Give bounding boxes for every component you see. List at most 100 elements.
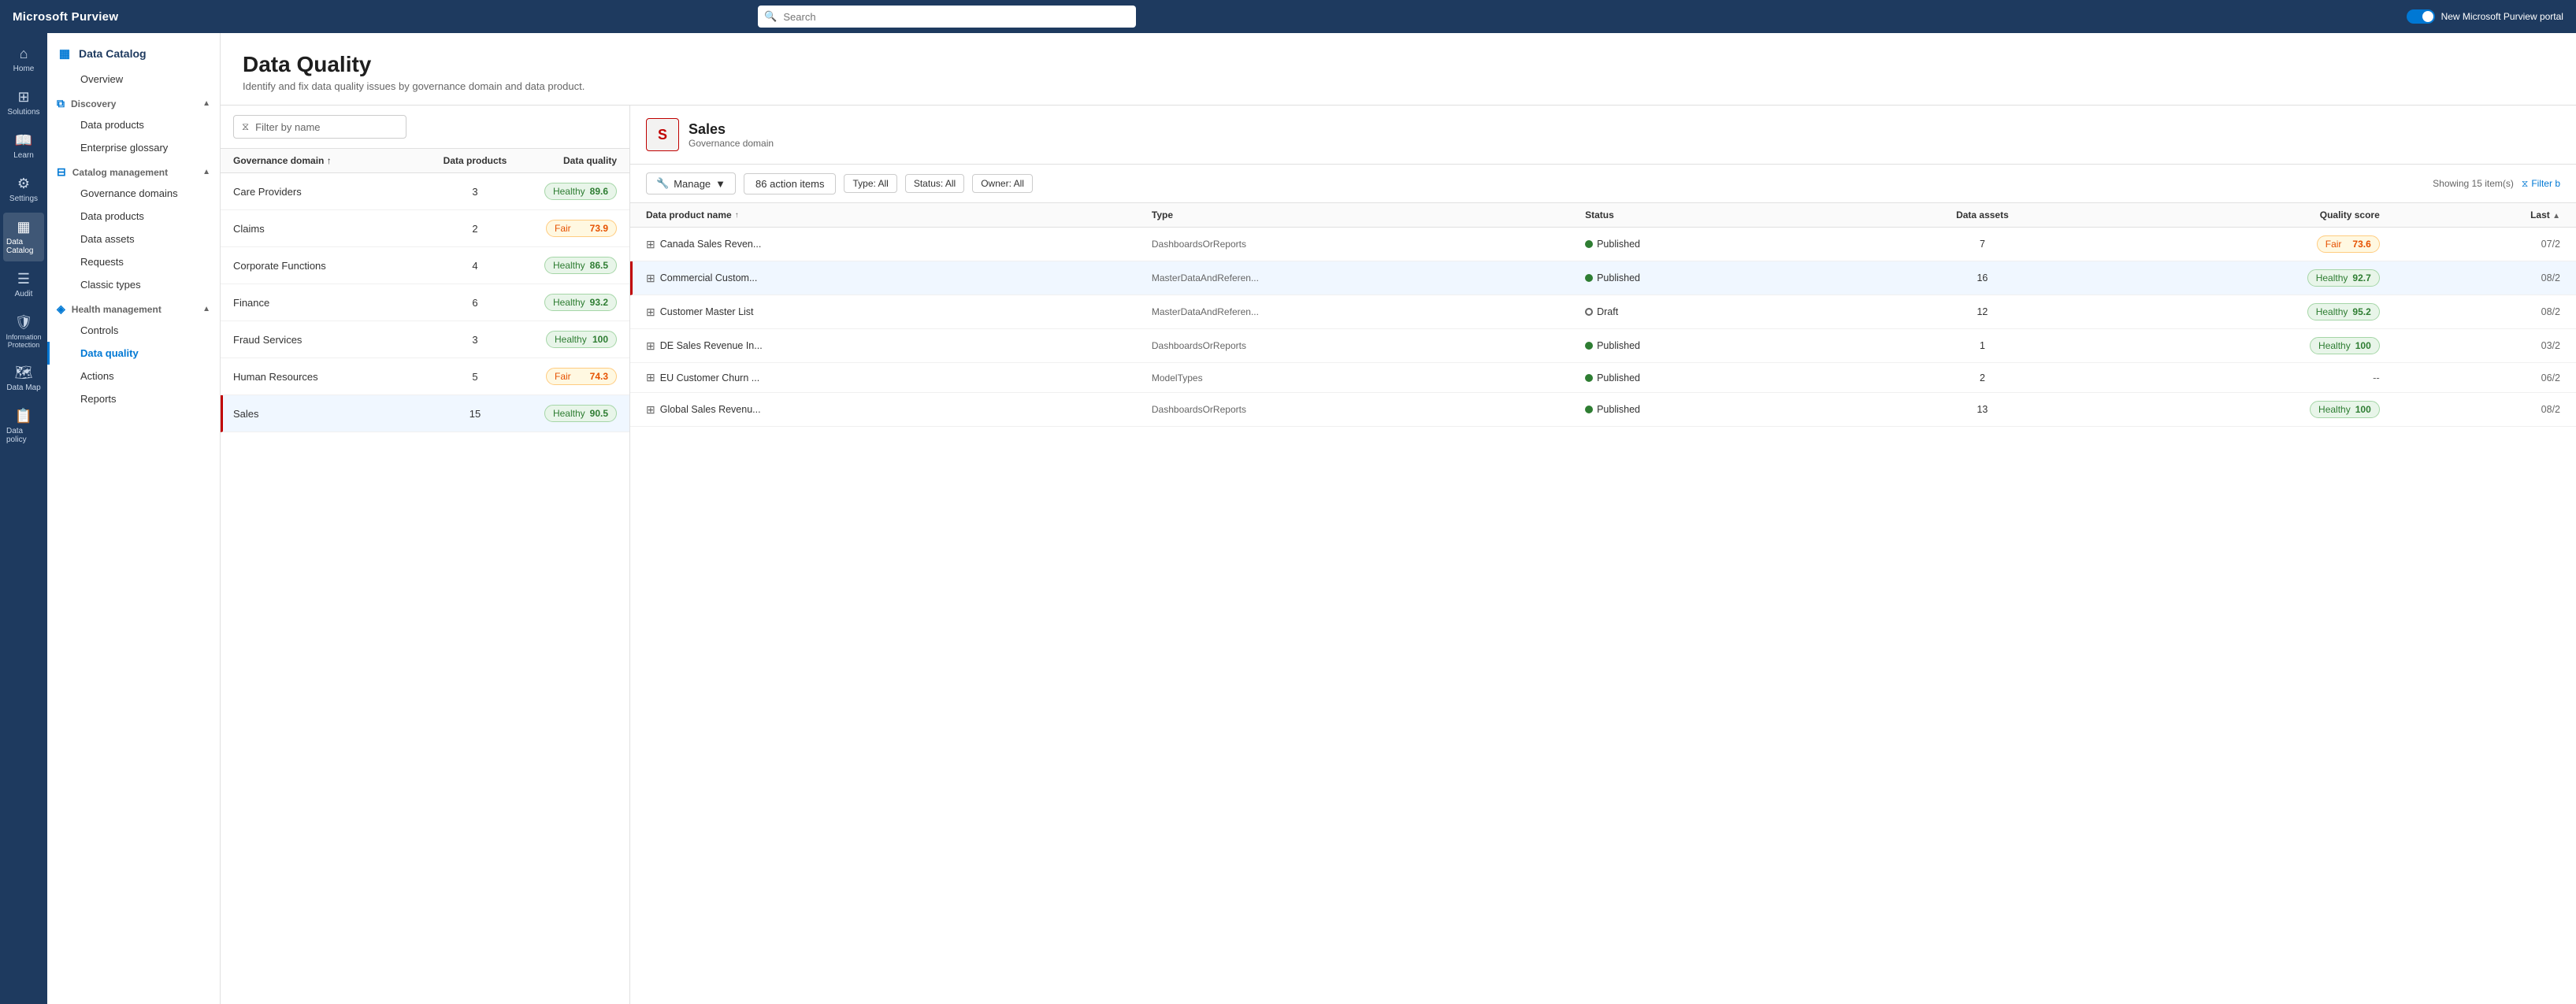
type-cell: DashboardsOrReports xyxy=(1152,340,1585,351)
status-text: Published xyxy=(1597,340,1640,351)
manage-button[interactable]: 🔧 Manage ▼ xyxy=(646,172,736,195)
quality-badge: Healthy 100 xyxy=(514,331,617,348)
filter-button[interactable]: ⧖ Filter b xyxy=(2522,178,2560,190)
last-cell: 07/2 xyxy=(2380,239,2560,250)
name-sort-icon: ↑ xyxy=(735,211,739,220)
discovery-chevron: ▲ xyxy=(202,99,210,108)
filter-input[interactable]: ⧖ Filter by name xyxy=(233,115,406,139)
filter-bar: ⧖ Filter by name xyxy=(221,106,629,149)
status-cell: Draft xyxy=(1585,306,1874,317)
nav-data-products[interactable]: Data products xyxy=(47,113,220,136)
data-policy-icon: 📋 xyxy=(15,408,32,424)
badge-fair: Fair 74.3 xyxy=(546,368,617,385)
page-header: Data Quality Identify and fix data quali… xyxy=(221,33,2576,106)
nav-category-discovery[interactable]: ⧉ Discovery ▲ xyxy=(47,91,220,113)
product-name: ⊞ Customer Master List xyxy=(646,306,1152,319)
status-cell: Published xyxy=(1585,272,1874,283)
detail-row[interactable]: ⊞ Canada Sales Reven... DashboardsOrRepo… xyxy=(630,228,2576,261)
sidebar-item-audit[interactable]: ☰ Audit xyxy=(3,265,44,305)
detail-row-selected[interactable]: ⊞ Commercial Custom... MasterDataAndRefe… xyxy=(630,261,2576,295)
domain-name: Finance xyxy=(233,297,436,309)
nav-overview[interactable]: Overview xyxy=(47,68,220,91)
top-nav-right: New Microsoft Purview portal xyxy=(2407,9,2563,24)
assets-cell: 7 xyxy=(1874,239,2091,250)
product-icon: ⊞ xyxy=(646,339,655,353)
type-cell: DashboardsOrReports xyxy=(1152,239,1585,250)
sidebar-item-solutions[interactable]: ⊞ Solutions xyxy=(3,83,44,123)
table-row[interactable]: Care Providers 3 Healthy 89.6 xyxy=(221,173,629,210)
status-text: Published xyxy=(1597,404,1640,415)
table-row[interactable]: Fraud Services 3 Healthy 100 xyxy=(221,321,629,358)
filter-icon: ⧖ xyxy=(2522,178,2528,190)
nav-data-assets[interactable]: Data assets xyxy=(47,228,220,250)
detail-row[interactable]: ⊞ Customer Master List MasterDataAndRefe… xyxy=(630,295,2576,329)
col-quality-header[interactable]: Data quality xyxy=(514,155,617,166)
product-name: ⊞ Global Sales Revenu... xyxy=(646,403,1152,417)
status-filter[interactable]: Status: All xyxy=(905,174,964,193)
domain-avatar: S xyxy=(646,118,679,151)
search-input[interactable] xyxy=(758,6,1136,28)
nav-data-quality[interactable]: Data quality xyxy=(47,342,220,365)
status-text: Draft xyxy=(1597,306,1618,317)
nav-category-catalog-mgmt[interactable]: ⊟ Catalog management ▲ xyxy=(47,159,220,182)
col-type-header[interactable]: Type xyxy=(1152,209,1585,220)
product-icon: ⊞ xyxy=(646,306,655,319)
nav-actions[interactable]: Actions xyxy=(47,365,220,387)
col-products-header[interactable]: Data products xyxy=(436,155,514,166)
status-text: Published xyxy=(1597,372,1640,383)
domain-name: Corporate Functions xyxy=(233,260,436,272)
sidebar-item-settings[interactable]: ⚙ Settings xyxy=(3,169,44,209)
table-row-selected[interactable]: Sales 15 Healthy 90.5 xyxy=(221,395,629,432)
score-cell: Healthy 100 xyxy=(2091,337,2380,354)
nav-enterprise-glossary[interactable]: Enterprise glossary xyxy=(47,136,220,159)
table-row[interactable]: Human Resources 5 Fair 74.3 xyxy=(221,358,629,395)
sidebar-item-learn[interactable]: 📖 Learn xyxy=(3,126,44,166)
sidebar-item-data-map[interactable]: 🗺 Data Map xyxy=(3,358,44,398)
filter-placeholder: Filter by name xyxy=(255,121,320,133)
col-last-header[interactable]: Last ▲ xyxy=(2380,209,2560,220)
col-status-header[interactable]: Status xyxy=(1585,209,1874,220)
col-assets-header[interactable]: Data assets xyxy=(1874,209,2091,220)
nav-controls[interactable]: Controls xyxy=(47,319,220,342)
table-row[interactable]: Claims 2 Fair 73.9 xyxy=(221,210,629,247)
type-cell: MasterDataAndReferen... xyxy=(1152,272,1585,283)
sidebar-item-data-policy[interactable]: 📋 Data policy xyxy=(3,402,44,450)
sidebar-item-data-catalog[interactable]: ▦ Data Catalog xyxy=(3,213,44,261)
last-col-label: Last xyxy=(2530,209,2550,220)
product-icon: ⊞ xyxy=(646,238,655,251)
col-score-header[interactable]: Quality score xyxy=(2091,209,2380,220)
search-bar[interactable]: 🔍 xyxy=(758,6,1136,28)
type-filter[interactable]: Type: All xyxy=(844,174,896,193)
catalog-nav-title: Data Catalog xyxy=(79,47,147,60)
col-domain-header[interactable]: Governance domain ↑ xyxy=(233,155,436,166)
nav-category-health-mgmt[interactable]: ◈ Health management ▲ xyxy=(47,296,220,319)
status-cell: Published xyxy=(1585,404,1874,415)
nav-governance-domains[interactable]: Governance domains xyxy=(47,182,220,205)
status-cell: Published xyxy=(1585,372,1874,383)
manage-label: Manage xyxy=(674,178,711,190)
domain-table-header: Governance domain ↑ Data products Data q… xyxy=(221,149,629,173)
sidebar-item-info-protection[interactable]: 🛡 Information Protection xyxy=(3,308,44,355)
detail-row[interactable]: ⊞ EU Customer Churn ... ModelTypes Publi… xyxy=(630,363,2576,393)
products-count: 6 xyxy=(436,297,514,309)
nav-classic-types[interactable]: Classic types xyxy=(47,273,220,296)
owner-filter[interactable]: Owner: All xyxy=(972,174,1033,193)
detail-row[interactable]: ⊞ DE Sales Revenue In... DashboardsOrRep… xyxy=(630,329,2576,363)
detail-row[interactable]: ⊞ Global Sales Revenu... DashboardsOrRep… xyxy=(630,393,2576,427)
score-cell: Fair 73.6 xyxy=(2091,235,2380,253)
portal-toggle[interactable] xyxy=(2407,9,2435,24)
sidebar-item-home[interactable]: ⌂ Home xyxy=(3,39,44,80)
solutions-icon: ⊞ xyxy=(17,89,29,106)
nav-data-products-mgmt[interactable]: Data products xyxy=(47,205,220,228)
nav-reports[interactable]: Reports xyxy=(47,387,220,410)
home-icon: ⌂ xyxy=(20,46,28,62)
table-row[interactable]: Corporate Functions 4 Healthy 86.5 xyxy=(221,247,629,284)
col-name-header[interactable]: Data product name ↑ xyxy=(646,209,1152,220)
domain-sort-icon: ↑ xyxy=(327,155,332,166)
quality-badge: Healthy 86.5 xyxy=(514,257,617,274)
nav-requests[interactable]: Requests xyxy=(47,250,220,273)
action-items-button[interactable]: 86 action items xyxy=(744,173,836,195)
table-row[interactable]: Finance 6 Healthy 93.2 xyxy=(221,284,629,321)
catalog-nav-header[interactable]: ▦ Data Catalog xyxy=(47,39,220,68)
status-dot-published xyxy=(1585,374,1593,382)
